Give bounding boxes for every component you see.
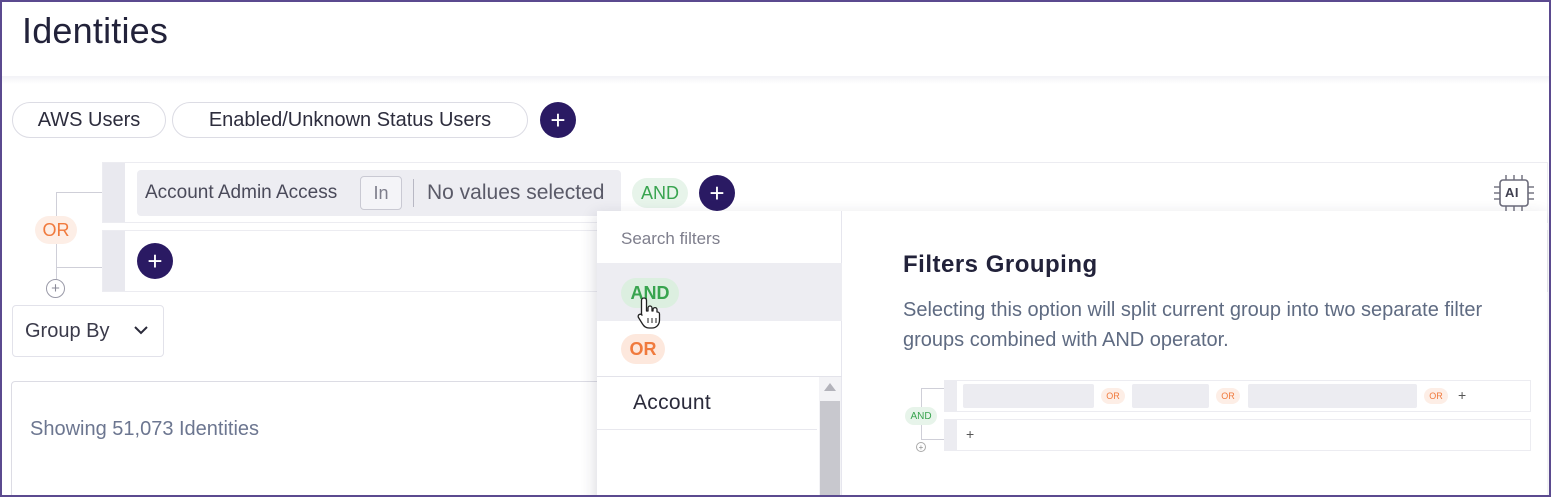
plus-icon: + [147,246,163,276]
filter-operator-select[interactable]: In [360,176,402,210]
ill-grip [945,420,957,450]
app-frame: Identities AWS Users Enabled/Unknown Sta… [0,0,1551,497]
filters-grouping-illustration: AND + OR OR OR + + [597,211,1547,495]
group-by-select[interactable]: Group By [12,305,164,357]
ill-condition-bar [1248,384,1417,408]
ill-or-badge: OR [1101,388,1125,404]
ill-or-badge: OR [1216,388,1240,404]
ai-assistant-button[interactable]: AI [1491,174,1537,212]
filter-separator [413,179,414,207]
ill-group-row-2 [944,419,1531,451]
add-group-icon[interactable]: + [46,279,65,298]
ill-condition-bar [1132,384,1209,408]
add-saved-filter-button[interactable]: + [540,102,576,138]
saved-filter-chip-aws-users[interactable]: AWS Users [12,102,166,138]
ill-grip [945,381,957,411]
group-by-label: Group By [25,319,110,342]
header-divider [2,76,1549,84]
hand-cursor-icon [637,297,661,329]
tree-connector-top [56,192,102,216]
ill-plus-icon: + [966,426,975,442]
tree-connector-bottom [56,244,102,268]
page-title: Identities [22,10,169,51]
saved-filter-chip-enabled-unknown[interactable]: Enabled/Unknown Status Users [172,102,528,138]
ai-label: AI [1505,185,1519,200]
filter-field-label: Account Admin Access [145,182,338,203]
plus-icon: + [550,105,566,135]
add-condition-button[interactable]: + [699,175,735,211]
ill-or-badge: OR [1424,388,1448,404]
filter-value-select[interactable]: No values selected [427,181,604,205]
drag-handle[interactable] [103,163,125,222]
tree-connector-tail [56,268,57,279]
ill-connector-bottom [921,425,944,440]
ill-and-badge: AND [905,407,937,425]
ill-condition-bar [963,384,1094,408]
add-condition-button-group-2[interactable]: + [137,243,173,279]
chevron-down-icon [134,326,148,335]
ill-connector-top [921,388,944,407]
drag-handle[interactable] [103,231,125,291]
results-count: Showing 51,073 Identities [30,418,260,440]
plus-icon: + [709,178,725,208]
ill-plus-icon: + [1458,387,1467,403]
filter-options-dropdown: Search filters AND OR Account Filters Gr… [597,211,1547,495]
ill-add-group-icon: + [916,442,926,452]
condition-join-badge[interactable]: AND [632,178,688,208]
group-operator-badge[interactable]: OR [35,216,77,244]
